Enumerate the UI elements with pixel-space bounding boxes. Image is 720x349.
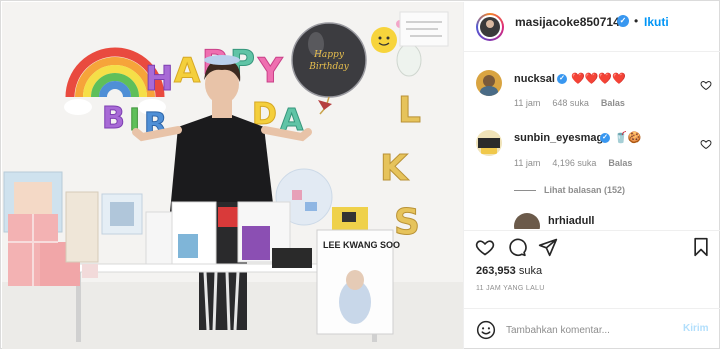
verified-badge-icon: ✓ xyxy=(617,15,629,27)
svg-text:Happy: Happy xyxy=(313,50,345,60)
post-photo[interactable]: H A P P Y B I R D A Happy Birthday xyxy=(2,2,463,349)
action-bar xyxy=(464,230,720,260)
post-header: masijacoke850714 ✓ • Ikuti xyxy=(464,2,720,52)
likes-count[interactable]: 263,953 suka xyxy=(476,265,542,277)
replies-divider-line xyxy=(514,189,536,191)
view-replies-label: Lihat balasan (152) xyxy=(544,185,626,195)
comment-icon[interactable] xyxy=(507,237,527,257)
comment-time: 11 jam xyxy=(514,98,541,108)
bookmark-icon[interactable] xyxy=(691,237,711,257)
add-comment-bar: Kirim xyxy=(464,308,720,349)
likes-number: 263,953 xyxy=(476,265,516,277)
post-comment-button[interactable]: Kirim xyxy=(683,323,709,334)
comment-username[interactable]: hrhiadull xyxy=(548,215,594,227)
heart-icon[interactable] xyxy=(475,237,495,257)
paper-plane-icon[interactable] xyxy=(538,237,558,257)
svg-text:Y: Y xyxy=(257,51,283,91)
comments-list[interactable]: nucksal ✓ ❤️❤️❤️❤️ 11 jam 648 suka Balas xyxy=(464,53,720,229)
commenter-avatar[interactable] xyxy=(514,213,540,229)
svg-text:Birthday: Birthday xyxy=(308,62,349,72)
commenter-avatar[interactable] xyxy=(476,70,502,96)
view-replies-button[interactable]: Lihat balasan (152) xyxy=(514,185,625,195)
svg-text:L: L xyxy=(398,90,421,131)
comment-text: ❤️❤️❤️❤️ xyxy=(571,73,626,85)
comment-likes[interactable]: 4,196 suka xyxy=(552,158,596,168)
author-avatar[interactable] xyxy=(476,13,504,41)
comment-username[interactable]: nucksal xyxy=(514,73,555,85)
verified-badge-icon: ✓ xyxy=(557,74,567,84)
post-side-panel: masijacoke850714 ✓ • Ikuti nucksal ✓ ❤️❤… xyxy=(463,2,720,349)
comment-meta: 11 jam 648 suka Balas xyxy=(514,98,625,108)
svg-text:B: B xyxy=(102,101,125,136)
comment-likes[interactable]: 648 suka xyxy=(552,98,589,108)
comment-text: 🥤🍪 xyxy=(614,132,642,144)
comment-meta: 11 jam 4,196 suka Balas xyxy=(514,158,632,168)
follow-button[interactable]: Ikuti xyxy=(644,15,669,29)
comment-time: 11 jam xyxy=(514,158,541,168)
svg-text:K: K xyxy=(380,148,409,189)
author-username[interactable]: masijacoke850714 xyxy=(515,15,620,29)
verified-badge-icon: ✓ xyxy=(600,133,610,143)
comment-input[interactable] xyxy=(506,320,666,340)
small-heart-icon[interactable] xyxy=(700,138,712,150)
likes-suffix: suka xyxy=(518,265,543,277)
post-photo-illustration: H A P P Y B I R D A Happy Birthday xyxy=(2,2,463,349)
reply-button[interactable]: Balas xyxy=(608,158,632,168)
small-heart-icon[interactable] xyxy=(700,79,712,91)
instagram-post-window: H A P P Y B I R D A Happy Birthday xyxy=(0,0,720,349)
post-timestamp[interactable]: 11 JAM YANG LALU xyxy=(476,285,545,292)
smiley-icon[interactable] xyxy=(476,320,496,340)
commenter-avatar[interactable] xyxy=(476,130,502,156)
reply-button[interactable]: Balas xyxy=(601,98,625,108)
svg-text:S: S xyxy=(394,202,420,243)
svg-text:A: A xyxy=(174,51,201,91)
svg-text:H: H xyxy=(145,59,173,99)
comment-username[interactable]: sunbin_eyesmag xyxy=(514,132,603,144)
sign-text: LEE KWANG SOO xyxy=(323,240,400,250)
lee-kwang-soo-board: LEE KWANG SOO xyxy=(316,229,400,335)
header-separator: • xyxy=(634,14,639,28)
